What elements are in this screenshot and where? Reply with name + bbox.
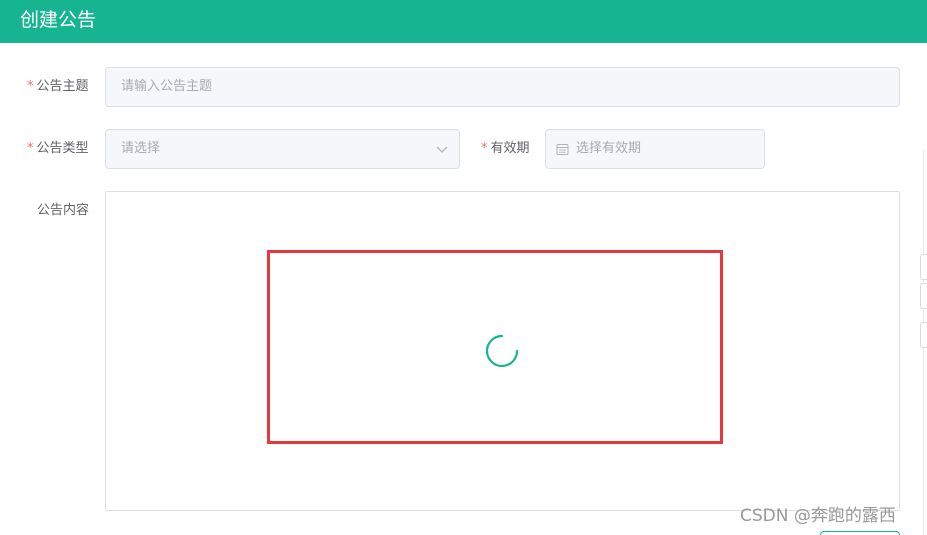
subject-label: * 公告主题 xyxy=(27,78,89,96)
validity-label-text: 有效期 xyxy=(490,141,530,156)
subject-input[interactable]: 请输入公告主题 xyxy=(105,67,900,107)
type-select[interactable]: 请选择 xyxy=(105,129,460,169)
chevron-down-icon xyxy=(436,146,448,153)
required-mark: * xyxy=(27,79,34,94)
subject-label-text: 公告主题 xyxy=(36,79,89,94)
page-header: 创建公告 xyxy=(0,0,927,43)
calendar-icon xyxy=(556,144,569,155)
required-mark: * xyxy=(27,141,34,156)
page-title: 创建公告 xyxy=(20,9,97,31)
side-tab[interactable] xyxy=(920,254,927,280)
watermark: CSDN @奔跑的露西 xyxy=(740,506,896,526)
side-tab[interactable] xyxy=(920,322,927,348)
type-label-text: 公告类型 xyxy=(36,141,89,156)
type-placeholder: 请选择 xyxy=(121,141,161,156)
validity-placeholder: 选择有效期 xyxy=(576,141,642,156)
validity-label: * 有效期 xyxy=(481,140,530,158)
bottom-button[interactable] xyxy=(820,531,900,535)
validity-date-picker[interactable]: 选择有效期 xyxy=(545,129,765,169)
content-label: 公告内容 xyxy=(37,203,90,218)
loading-spinner-icon xyxy=(485,334,519,368)
side-tab[interactable] xyxy=(920,283,927,309)
type-label: * 公告类型 xyxy=(27,140,89,158)
required-mark: * xyxy=(481,141,488,156)
subject-placeholder: 请输入公告主题 xyxy=(121,79,213,94)
